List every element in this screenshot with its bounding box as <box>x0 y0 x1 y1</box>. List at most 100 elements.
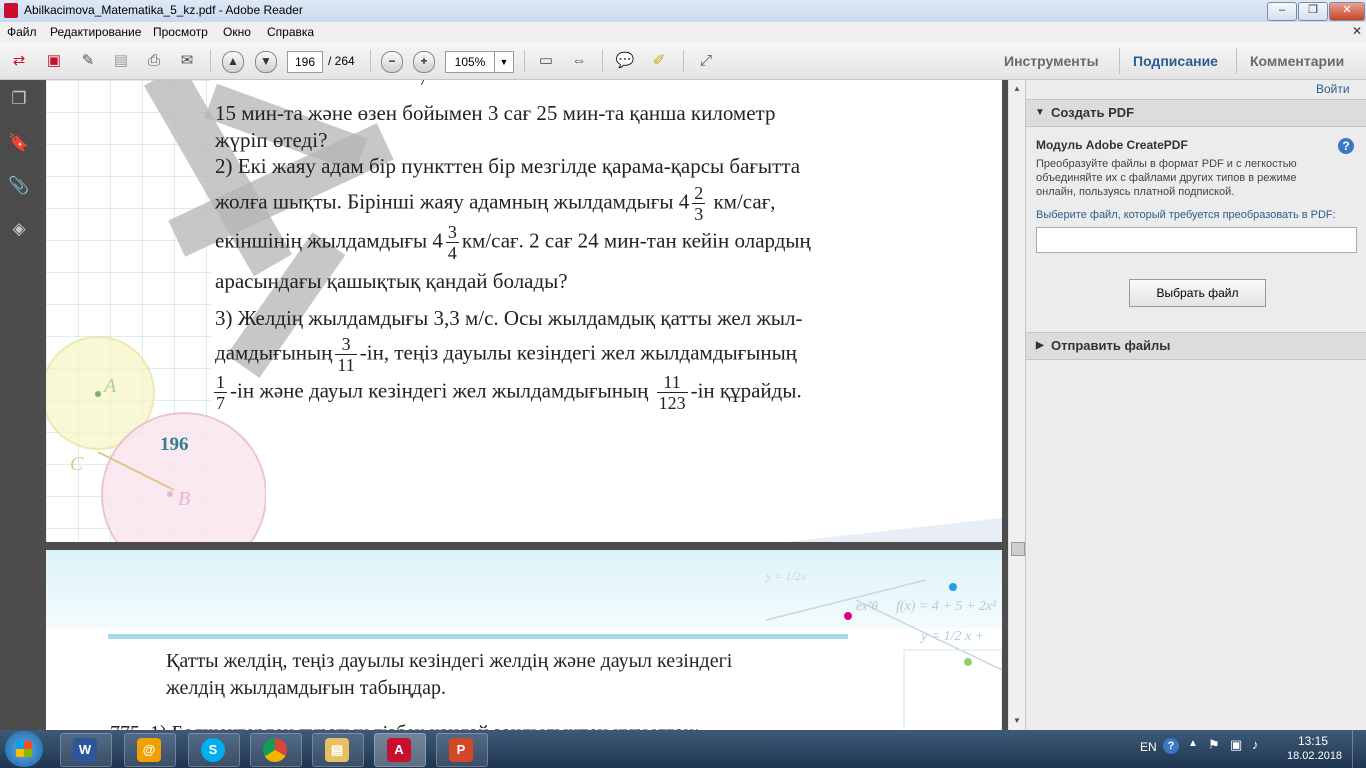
tools-link[interactable]: Инструменты <box>1004 53 1099 69</box>
text-segment: -ін, теңіз дауылы кезіндегі жел жылдамды… <box>359 340 797 365</box>
sign-in-link[interactable]: Войти <box>1316 82 1350 96</box>
fraction: 3 11 <box>335 334 357 375</box>
show-desktop-button[interactable] <box>1352 730 1366 768</box>
fit-page-icon[interactable]: ▭ <box>535 50 557 72</box>
attachments-icon[interactable]: 📎 <box>8 175 30 197</box>
page-thumbnails-icon[interactable]: ❐ <box>8 88 30 110</box>
comment-icon[interactable]: 💬 <box>614 50 636 72</box>
mail-icon: @ <box>137 738 161 762</box>
fraction: 23 <box>692 183 706 224</box>
taskbar-app-active[interactable]: A <box>374 733 426 767</box>
page-up-icon[interactable]: ▲ <box>222 51 244 73</box>
help-tray-icon[interactable]: ? <box>1163 738 1179 754</box>
page-corner-decoration <box>786 518 1002 542</box>
send-files-section-header[interactable]: ▶ Отправить файлы <box>1026 332 1366 360</box>
module-title: Модуль Adobe CreatePDF <box>1036 138 1188 152</box>
window-title: Abilkacimova_Matematika_5_kz.pdf - Adobe… <box>24 3 303 17</box>
save-icon[interactable]: ▤ <box>110 50 132 72</box>
adobe-reader-icon: A <box>387 738 411 762</box>
highlight-icon[interactable]: ✐ <box>648 50 670 72</box>
page-number-input[interactable]: 196 <box>287 51 323 73</box>
adobe-reader-app-icon <box>4 3 18 18</box>
menu-help[interactable]: Справка <box>267 25 314 39</box>
convert-icon[interactable]: ▣ <box>43 50 65 72</box>
fraction: 34 <box>445 222 459 263</box>
zoom-dropdown-icon[interactable]: ▼ <box>494 51 514 73</box>
bookmarks-icon[interactable]: 🔖 <box>8 132 30 154</box>
collapse-arrow-icon: ▼ <box>1035 107 1045 118</box>
taskbar-app[interactable]: S <box>188 733 240 767</box>
help-icon[interactable]: ? <box>1338 138 1354 154</box>
minimize-button[interactable]: – <box>1267 2 1297 21</box>
label-b: B <box>178 488 190 510</box>
graph-point <box>964 658 972 666</box>
point-b <box>167 491 173 497</box>
file-input[interactable] <box>1036 227 1357 253</box>
page-down-icon[interactable]: ▼ <box>255 51 277 73</box>
email-icon[interactable]: ✉ <box>176 50 198 72</box>
text-line: дамдығының 3 11 -ін, теңіз дауылы кезіндегі… <box>215 334 797 375</box>
formula-text: y = 1/2 x + <box>919 629 984 644</box>
close-button[interactable]: ✕ <box>1329 2 1365 21</box>
grid-decoration <box>903 649 1002 730</box>
page-number: 196 <box>160 434 189 455</box>
text-segment: -ін және дауыл кезіндегі жел жылдамдығын… <box>230 378 649 403</box>
taskbar-app[interactable]: ▤ <box>312 733 364 767</box>
flag-icon[interactable]: ⚑ <box>1208 737 1220 753</box>
menu-edit[interactable]: Редактирование <box>50 25 141 39</box>
toolbar-separator <box>602 50 603 72</box>
graph-point <box>949 583 957 591</box>
zoom-out-icon[interactable]: − <box>381 51 403 73</box>
label-c: C <box>70 453 84 475</box>
print-icon[interactable]: ⎙ <box>143 50 165 72</box>
taskbar-app[interactable]: W <box>60 733 112 767</box>
taskbar-app[interactable]: P <box>436 733 488 767</box>
expand-arrow-icon: ▶ <box>1036 340 1044 351</box>
corner-shape <box>786 518 1002 542</box>
taskbar: W @ S ▤ A P EN ? ▲ ⚑ ▣ ♪ 13:15 18.02.201… <box>0 730 1366 768</box>
create-pdf-icon[interactable]: ⇄ <box>8 50 30 72</box>
network-icon[interactable]: ▣ <box>1230 737 1242 753</box>
fraction-numerator: 1 <box>214 372 227 393</box>
windows-logo-icon <box>16 741 32 757</box>
document-view[interactable]: A B C 7 15 мин-та және өзен бойымен 3 са… <box>38 80 1008 730</box>
text-line: Қатты желдің, теңіз дауылы кезіндегі жел… <box>166 650 733 672</box>
edit-icon[interactable]: ✎ <box>77 50 99 72</box>
scroll-thumb[interactable] <box>1011 542 1025 556</box>
clock-date[interactable]: 18.02.2018 <box>1287 750 1342 762</box>
layers-icon[interactable]: ◈ <box>8 218 30 240</box>
module-description: Преобразуйте файлы в формат PDF и с легк… <box>1036 158 1297 198</box>
scroll-down-icon[interactable]: ▼ <box>1013 716 1021 725</box>
graph-point <box>844 612 852 620</box>
create-pdf-section-header[interactable]: ▼ Создать PDF <box>1026 99 1366 127</box>
scroll-up-icon[interactable]: ▲ <box>1013 84 1021 93</box>
language-indicator[interactable]: EN <box>1140 740 1157 754</box>
start-button[interactable] <box>5 731 43 767</box>
comments-link[interactable]: Комментарии <box>1250 53 1344 69</box>
text-segment: км/сағ, <box>713 189 776 214</box>
text-line: екіншінің жылдамдығы 4 3 4 км/сағ. 2 сағ 24… <box>215 222 811 263</box>
vertical-scrollbar[interactable]: ▲ ▼ <box>1008 80 1026 730</box>
choose-file-button[interactable]: Выбрать файл <box>1129 279 1266 307</box>
restore-button[interactable]: ❐ <box>1298 2 1328 21</box>
tray-expand-icon[interactable]: ▲ <box>1188 738 1198 749</box>
volume-icon[interactable]: ♪ <box>1252 737 1259 752</box>
taskbar-app[interactable]: @ <box>124 733 176 767</box>
toolbar-separator <box>210 50 211 72</box>
formula-text: y = 1/2x <box>765 569 807 583</box>
fit-width-icon[interactable]: ⇔ <box>568 50 590 72</box>
clock-time[interactable]: 13:15 <box>1298 734 1328 748</box>
sign-link[interactable]: Подписание <box>1133 53 1218 69</box>
fraction-denominator: 7 <box>419 80 427 89</box>
text-line: 2) Екі жаяу адам бір пункттен бір мезгіл… <box>215 154 801 178</box>
menu-window[interactable]: Окно <box>223 25 251 39</box>
zoom-in-icon[interactable]: + <box>413 51 435 73</box>
menu-view[interactable]: Просмотр <box>153 25 208 39</box>
taskbar-app[interactable] <box>250 733 302 767</box>
zoom-input[interactable]: 105% <box>445 51 495 73</box>
menu-file[interactable]: Файл <box>7 25 37 39</box>
text-line: 15 мин-та және өзен бойымен 3 сағ 25 мин… <box>215 101 776 125</box>
fullscreen-icon[interactable]: ⤢ <box>695 50 717 72</box>
close-document-icon[interactable]: ✕ <box>1352 24 1362 38</box>
chrome-icon <box>263 738 287 762</box>
